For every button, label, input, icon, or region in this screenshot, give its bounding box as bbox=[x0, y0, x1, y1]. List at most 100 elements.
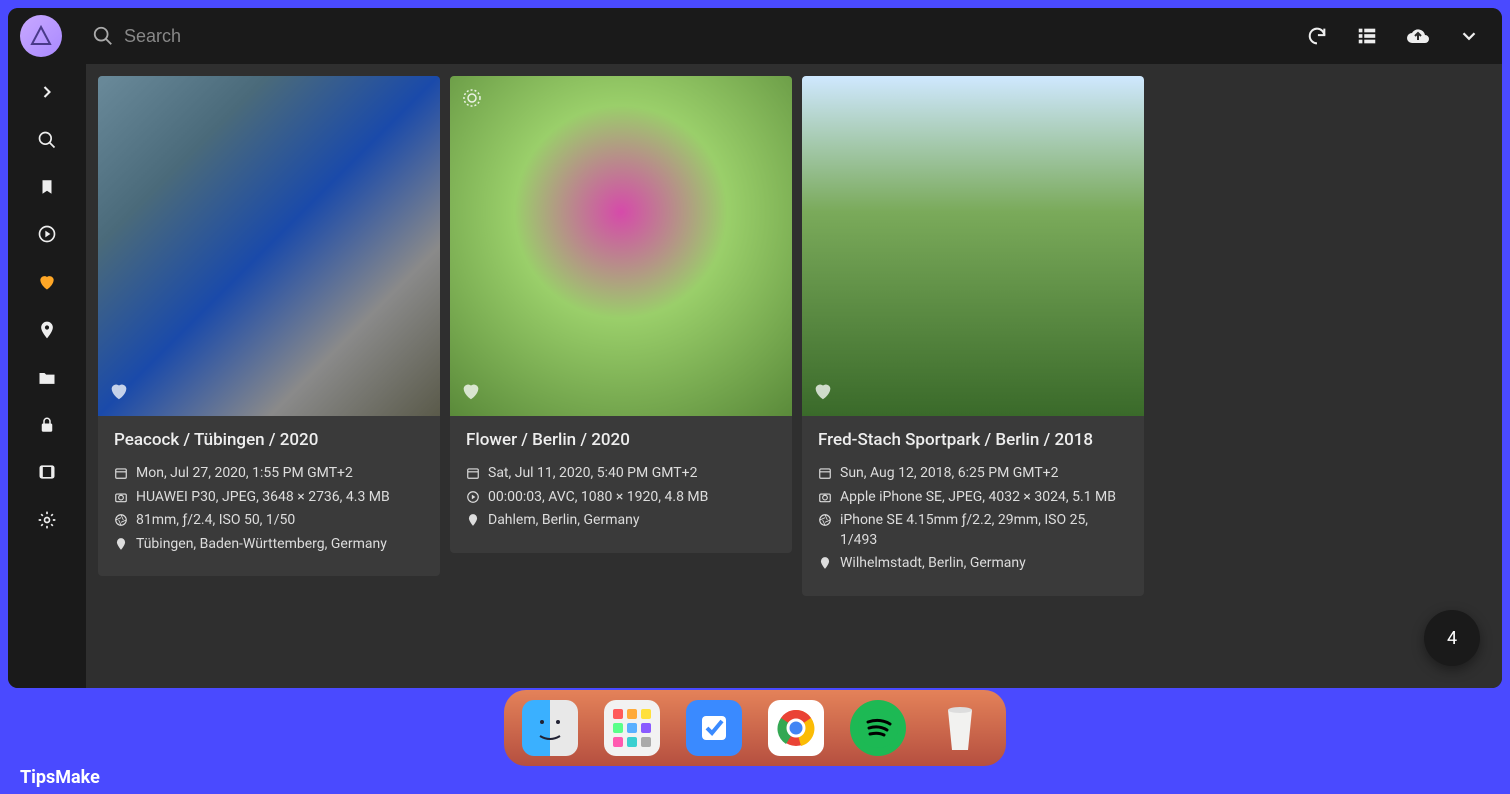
meta-camera: Apple iPhone SE, JPEG, 4032 × 3024, 5.1 … bbox=[818, 488, 1128, 508]
pin-icon bbox=[818, 556, 832, 570]
meta-video: 00:00:03, AVC, 1080 × 1920, 4.8 MB bbox=[466, 488, 776, 508]
aperture-icon bbox=[114, 513, 128, 527]
meta-camera: HUAWEI P30, JPEG, 3648 × 2736, 4.3 MB bbox=[114, 488, 424, 508]
prism-icon bbox=[29, 24, 53, 48]
location-text: Tübingen, Baden-Württemberg, Germany bbox=[136, 535, 387, 555]
card-title: Fred-Stach Sportpark / Berlin / 2018 bbox=[818, 430, 1128, 450]
search-icon bbox=[92, 25, 114, 47]
sidebar-settings[interactable] bbox=[37, 510, 57, 530]
spotify-icon bbox=[856, 706, 900, 750]
top-actions bbox=[1306, 24, 1490, 48]
heart-icon bbox=[460, 380, 482, 402]
launchpad-icon bbox=[613, 709, 651, 747]
search-bar[interactable] bbox=[92, 25, 1306, 47]
sun-badge-icon bbox=[460, 86, 484, 110]
sidebar-favorites[interactable] bbox=[37, 272, 57, 292]
trash-icon bbox=[938, 702, 982, 754]
watermark: TipsMake bbox=[20, 767, 100, 788]
location-text: Wilhelmstadt, Berlin, Germany bbox=[840, 554, 1026, 574]
camera-text: Apple iPhone SE, JPEG, 4032 × 3024, 5.1 … bbox=[840, 488, 1116, 508]
card-body: Peacock / Tübingen / 2020 Mon, Jul 27, 2… bbox=[98, 416, 440, 576]
camera-text: HUAWEI P30, JPEG, 3648 × 2736, 4.3 MB bbox=[136, 488, 390, 508]
more-menu-button[interactable] bbox=[1458, 25, 1480, 47]
dock-launchpad[interactable] bbox=[604, 700, 660, 756]
cloud-upload-icon bbox=[1406, 24, 1430, 48]
card-title: Peacock / Tübingen / 2020 bbox=[114, 430, 424, 450]
calendar-icon bbox=[114, 466, 128, 480]
sidebar-search[interactable] bbox=[37, 130, 57, 150]
meta-lens: 81mm, ƒ/2.4, ISO 50, 1/50 bbox=[114, 511, 424, 531]
pin-icon bbox=[114, 537, 128, 551]
sidebar-bookmarks[interactable] bbox=[38, 178, 56, 196]
lens-text: iPhone SE 4.15mm ƒ/2.2, 29mm, ISO 25, 1/… bbox=[840, 511, 1128, 550]
search-icon bbox=[37, 130, 57, 150]
upload-button[interactable] bbox=[1406, 24, 1430, 48]
card-body: Fred-Stach Sportpark / Berlin / 2018 Sun… bbox=[802, 416, 1144, 596]
main-area: Peacock / Tübingen / 2020 Mon, Jul 27, 2… bbox=[8, 64, 1502, 688]
macos-dock bbox=[504, 690, 1006, 766]
photo-card[interactable]: Flower / Berlin / 2020 Sat, Jul 11, 2020… bbox=[450, 76, 792, 553]
sidebar-videos[interactable] bbox=[37, 224, 57, 244]
sidebar bbox=[8, 64, 86, 688]
video-text: 00:00:03, AVC, 1080 × 1920, 4.8 MB bbox=[488, 488, 708, 508]
chrome-icon bbox=[774, 706, 818, 750]
favorite-overlay-icon[interactable] bbox=[460, 380, 482, 406]
lock-icon bbox=[38, 416, 56, 434]
dock-finder[interactable] bbox=[522, 700, 578, 756]
meta-location: Tübingen, Baden-Württemberg, Germany bbox=[114, 535, 424, 555]
meta-location: Wilhelmstadt, Berlin, Germany bbox=[818, 554, 1128, 574]
heart-icon bbox=[37, 272, 57, 292]
reload-button[interactable] bbox=[1306, 25, 1328, 47]
dock-spotify[interactable] bbox=[850, 700, 906, 756]
count-fab[interactable]: 4 bbox=[1424, 610, 1480, 666]
meta-location: Dahlem, Berlin, Germany bbox=[466, 511, 776, 531]
calendar-icon bbox=[818, 466, 832, 480]
date-text: Sat, Jul 11, 2020, 5:40 PM GMT+2 bbox=[488, 464, 697, 484]
favorite-overlay-icon[interactable] bbox=[108, 380, 130, 406]
dock-things[interactable] bbox=[686, 700, 742, 756]
sidebar-expand[interactable] bbox=[37, 82, 57, 102]
meta-date: Sat, Jul 11, 2020, 5:40 PM GMT+2 bbox=[466, 464, 776, 484]
photo-thumbnail[interactable] bbox=[802, 76, 1144, 416]
app-logo[interactable] bbox=[20, 15, 62, 57]
pin-icon bbox=[466, 513, 480, 527]
play-circle-icon bbox=[466, 490, 480, 504]
date-text: Sun, Aug 12, 2018, 6:25 PM GMT+2 bbox=[840, 464, 1058, 484]
photo-thumbnail[interactable] bbox=[98, 76, 440, 416]
chevron-down-icon bbox=[1458, 25, 1480, 47]
calendar-icon bbox=[466, 466, 480, 480]
card-body: Flower / Berlin / 2020 Sat, Jul 11, 2020… bbox=[450, 416, 792, 553]
photo-card[interactable]: Peacock / Tübingen / 2020 Mon, Jul 27, 2… bbox=[98, 76, 440, 576]
gear-icon bbox=[37, 510, 57, 530]
play-circle-icon bbox=[37, 224, 57, 244]
dock-chrome[interactable] bbox=[768, 700, 824, 756]
checkbox-icon bbox=[694, 708, 734, 748]
sidebar-folders[interactable] bbox=[37, 368, 57, 388]
pin-icon bbox=[37, 320, 57, 340]
meta-date: Sun, Aug 12, 2018, 6:25 PM GMT+2 bbox=[818, 464, 1128, 484]
camera-icon bbox=[114, 490, 128, 504]
dock-trash[interactable] bbox=[932, 700, 988, 756]
folder-icon bbox=[37, 368, 57, 388]
count-label: 4 bbox=[1447, 628, 1457, 649]
film-icon bbox=[37, 462, 57, 482]
heart-icon bbox=[812, 380, 834, 402]
reload-icon bbox=[1306, 25, 1328, 47]
finder-icon bbox=[530, 708, 570, 748]
view-list-button[interactable] bbox=[1356, 25, 1378, 47]
sidebar-library[interactable] bbox=[37, 462, 57, 482]
meta-date: Mon, Jul 27, 2020, 1:55 PM GMT+2 bbox=[114, 464, 424, 484]
sidebar-private[interactable] bbox=[38, 416, 56, 434]
meta-lens: iPhone SE 4.15mm ƒ/2.2, 29mm, ISO 25, 1/… bbox=[818, 511, 1128, 550]
topbar bbox=[8, 8, 1502, 64]
lens-text: 81mm, ƒ/2.4, ISO 50, 1/50 bbox=[136, 511, 295, 531]
location-text: Dahlem, Berlin, Germany bbox=[488, 511, 639, 531]
photo-thumbnail[interactable] bbox=[450, 76, 792, 416]
favorite-overlay-icon[interactable] bbox=[812, 380, 834, 406]
photo-card[interactable]: Fred-Stach Sportpark / Berlin / 2018 Sun… bbox=[802, 76, 1144, 596]
card-title: Flower / Berlin / 2020 bbox=[466, 430, 776, 450]
aperture-icon bbox=[818, 513, 832, 527]
heart-icon bbox=[108, 380, 130, 402]
search-input[interactable] bbox=[124, 26, 1306, 47]
sidebar-places[interactable] bbox=[37, 320, 57, 340]
